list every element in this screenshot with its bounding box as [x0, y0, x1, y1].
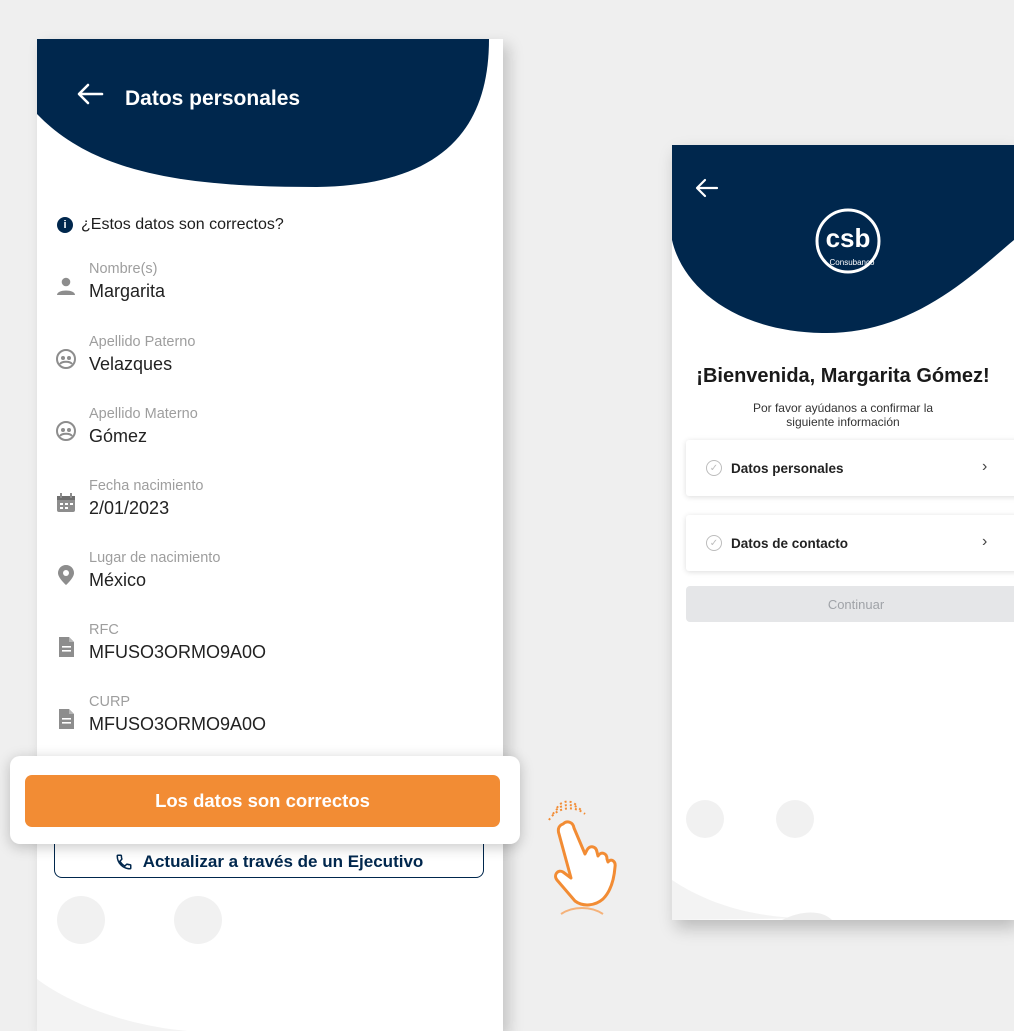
back-arrow-icon[interactable]	[694, 175, 720, 201]
location-pin-icon	[58, 565, 74, 585]
personal-data-screen: Datos personales i ¿Estos datos son corr…	[37, 39, 503, 1031]
field-label: Lugar de nacimiento	[89, 550, 221, 566]
decor-bubble	[776, 800, 814, 838]
item-label: Datos personales	[731, 460, 844, 476]
confirm-data-button[interactable]: Los datos son correctos	[25, 775, 500, 827]
field-value: Velazques	[89, 354, 173, 374]
check-circle-icon: ✓	[706, 535, 722, 551]
back-arrow-icon[interactable]	[75, 79, 105, 109]
chevron-right-icon: ›	[982, 458, 988, 475]
decor-bubble	[57, 896, 105, 944]
field-value: 2/01/2023	[89, 498, 170, 518]
header-wave	[37, 39, 489, 187]
check-circle-icon: ✓	[706, 460, 722, 476]
info-icon: i	[57, 217, 73, 233]
field-label: Apellido Paterno	[89, 334, 196, 350]
welcome-title: ¡Bienvenida, Margarita Gómez!	[696, 365, 990, 387]
people-icon	[56, 421, 76, 441]
field-value: México	[89, 570, 147, 590]
field-apellido-materno: Apellido Materno Gómez	[55, 406, 475, 462]
item-label: Datos de contacto	[731, 535, 849, 551]
datos-personales-item[interactable]: ✓ Datos personales ›	[686, 440, 1014, 496]
field-lugar-nacimiento: Lugar de nacimiento México	[55, 550, 475, 606]
footer-wave	[37, 979, 247, 1031]
person-icon	[57, 277, 75, 295]
field-value: MFUSO3ORMO9A0O	[89, 714, 267, 734]
hand-tap-icon	[548, 800, 617, 915]
page-title: Datos personales	[125, 87, 301, 110]
decor-bubble	[174, 896, 222, 944]
field-label: Apellido Materno	[89, 406, 198, 422]
calendar-icon	[57, 493, 75, 512]
logo-subtext: Consubanco	[830, 258, 875, 267]
field-apellido-paterno: Apellido Paterno Velazques	[55, 334, 475, 390]
decor-bubble	[686, 800, 724, 838]
welcome-subtitle: Por favor ayúdanos a confirmar la siguie…	[752, 401, 934, 429]
field-label: Nombre(s)	[89, 261, 158, 277]
phone-icon	[116, 854, 132, 870]
chevron-right-icon: ›	[982, 533, 988, 550]
question-text: ¿Estos datos son correctos?	[81, 216, 284, 233]
field-value: MFUSO3ORMO9A0O	[89, 642, 267, 662]
primary-button-card: Los datos son correctos	[10, 756, 520, 844]
document-icon	[59, 709, 74, 729]
welcome-screen: csb Consubanco ¡Bienvenida, Margarita Gó…	[672, 145, 1014, 920]
consubanco-logo: csb Consubanco	[815, 208, 881, 274]
contact-executive-button[interactable]: Actualizar a través de un Ejecutivo	[54, 839, 484, 878]
field-curp: CURP MFUSO3ORMO9A0O	[55, 694, 475, 750]
continue-button[interactable]: Continuar	[686, 586, 1014, 622]
field-value: Margarita	[89, 281, 166, 301]
field-fecha-nacimiento: Fecha nacimiento 2/01/2023	[55, 478, 475, 534]
people-icon	[56, 349, 76, 369]
footer-wave	[672, 880, 832, 920]
confirm-question: i ¿Estos datos son correctos?	[57, 216, 284, 234]
document-icon	[59, 637, 74, 657]
field-label: CURP	[89, 694, 131, 710]
field-label: RFC	[89, 622, 119, 638]
contact-executive-label: Actualizar a través de un Ejecutivo	[142, 852, 424, 871]
logo-text: csb	[826, 223, 871, 253]
field-nombre: Nombre(s) Margarita	[55, 261, 475, 317]
field-label: Fecha nacimiento	[89, 478, 204, 494]
datos-contacto-item[interactable]: ✓ Datos de contacto ›	[686, 515, 1014, 571]
field-value: Gómez	[89, 426, 148, 446]
field-rfc: RFC MFUSO3ORMO9A0O	[55, 622, 475, 678]
